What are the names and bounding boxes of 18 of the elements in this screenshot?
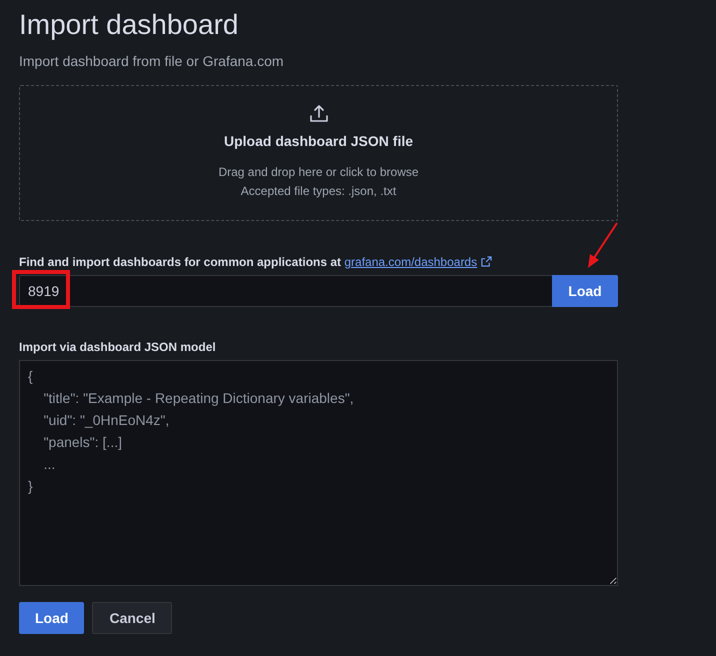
upload-dropzone[interactable]: Upload dashboard JSON file Drag and drop here or click to browse Accepted file types: .json, .txt [19, 85, 618, 221]
cancel-button[interactable]: Cancel [92, 602, 172, 634]
load-button[interactable]: Load [19, 602, 84, 634]
grafana-link[interactable]: grafana.com/dashboards [344, 255, 492, 269]
upload-hint: Drag and drop here or click to browse [218, 164, 419, 181]
dashboard-id-field[interactable]: 8919 [19, 275, 552, 307]
page-title: Import dashboard [19, 8, 240, 42]
upload-icon [308, 104, 328, 124]
highlight-box [12, 270, 70, 309]
upload-title: Upload dashboard JSON file [224, 133, 414, 149]
page-subtitle: Import dashboard from file or Grafana.com [19, 53, 285, 69]
external-link-icon [481, 256, 492, 267]
field-label: Find and import dashboards for common applications at grafana.com/dashboards [19, 255, 618, 269]
annotation-arrow [586, 221, 620, 271]
accepted-file-types: Accepted file types: .json, .txt [240, 183, 396, 200]
json-model-label: Import via dashboard JSON model [19, 340, 217, 354]
load-button[interactable]: Load [552, 275, 618, 307]
json-model-field[interactable]: { "title": "Example - Repeating Dictionary variables", "uid": "_0HnEoN4z", "panels": [...] ... } [19, 360, 618, 586]
